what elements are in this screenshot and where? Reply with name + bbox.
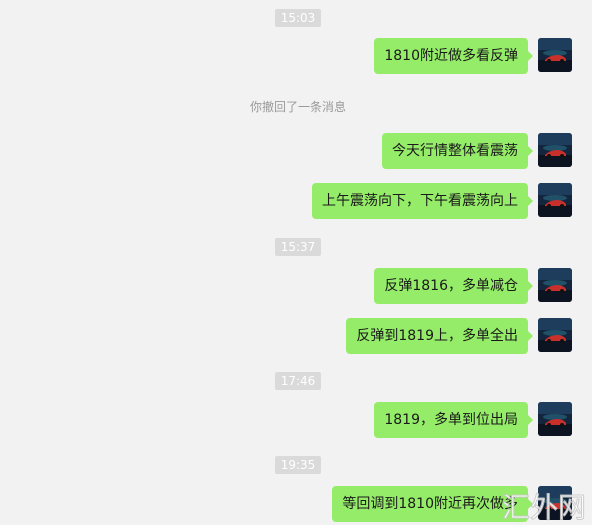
avatar-image bbox=[538, 183, 572, 217]
avatar[interactable] bbox=[538, 402, 572, 436]
avatar[interactable] bbox=[538, 183, 572, 217]
message-row: 反弹1816，多单减仓 bbox=[374, 268, 572, 304]
message-row: 反弹到1819上，多单全出 bbox=[346, 318, 572, 354]
timestamp-divider: 17:46 bbox=[0, 370, 592, 390]
message-bubble[interactable]: 反弹到1819上，多单全出 bbox=[346, 318, 533, 354]
message-bubble[interactable]: 1819，多单到位出局 bbox=[374, 402, 533, 438]
avatar-image bbox=[538, 318, 572, 352]
timestamp: 15:03 bbox=[274, 9, 322, 27]
recall-notice: 你撤回了一条消息 bbox=[249, 100, 346, 114]
timestamp: 19:35 bbox=[274, 456, 322, 474]
avatar[interactable] bbox=[538, 133, 572, 167]
message-bubble[interactable]: 1810附近做多看反弹 bbox=[374, 38, 533, 74]
avatar[interactable] bbox=[538, 38, 572, 72]
message-row: 今天行情整体看震荡 bbox=[382, 133, 572, 169]
timestamp-divider: 15:37 bbox=[0, 236, 592, 256]
message-bubble[interactable]: 上午震荡向下，下午看震荡向上 bbox=[312, 183, 533, 219]
message-row: 1810附近做多看反弹 bbox=[374, 38, 572, 74]
timestamp: 17:46 bbox=[274, 372, 322, 390]
timestamp: 15:37 bbox=[274, 238, 322, 256]
timestamp-divider: 19:35 bbox=[0, 454, 592, 474]
timestamp-divider: 15:03 bbox=[0, 7, 592, 27]
avatar-image bbox=[538, 38, 572, 72]
avatar-image bbox=[538, 402, 572, 436]
avatar[interactable] bbox=[538, 268, 572, 302]
avatar-image bbox=[538, 133, 572, 167]
message-bubble[interactable]: 今天行情整体看震荡 bbox=[382, 133, 533, 169]
watermark-text: 汇外网 bbox=[502, 491, 586, 523]
message-bubble[interactable]: 反弹1816，多单减仓 bbox=[374, 268, 533, 304]
avatar[interactable] bbox=[538, 318, 572, 352]
message-row: 上午震荡向下，下午看震荡向上 bbox=[312, 183, 572, 219]
watermark-logo: 汇外网 bbox=[501, 491, 586, 524]
avatar-image bbox=[538, 268, 572, 302]
message-row: 1819，多单到位出局 bbox=[374, 402, 572, 438]
